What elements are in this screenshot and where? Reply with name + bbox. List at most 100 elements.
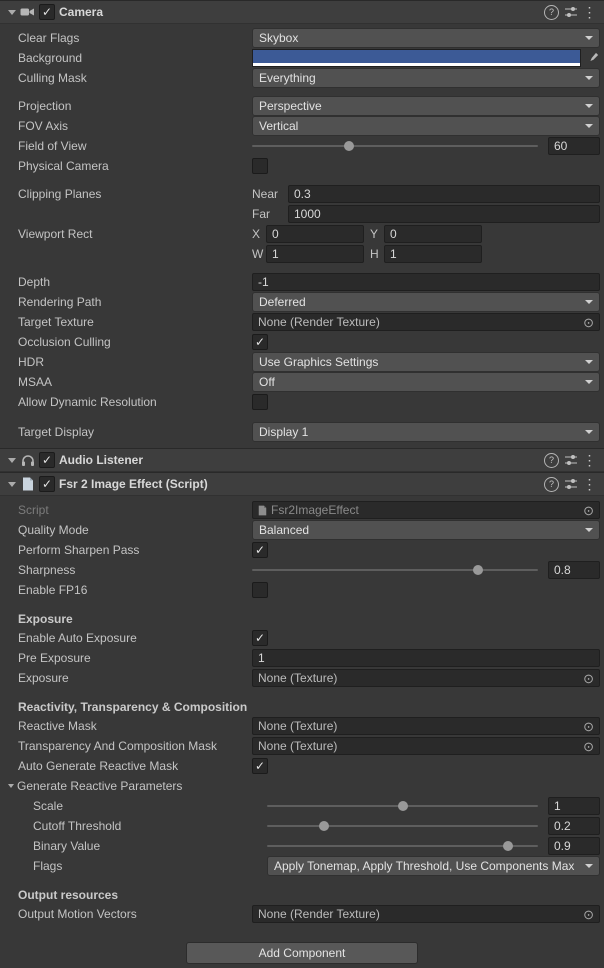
audio-listener-enabled-checkbox[interactable]: ✓ bbox=[39, 452, 55, 468]
x-label: X bbox=[252, 227, 266, 241]
target-texture-object-field[interactable]: None (Render Texture)⊙ bbox=[252, 313, 600, 331]
eyedropper-button[interactable] bbox=[585, 50, 600, 66]
help-button[interactable]: ? bbox=[542, 476, 561, 492]
occlusion-culling-checkbox[interactable]: ✓ bbox=[252, 334, 268, 350]
output-motion-vectors-object-field[interactable]: None (Render Texture)⊙ bbox=[252, 905, 600, 923]
field-of-view-slider[interactable] bbox=[252, 145, 538, 147]
fov-axis-dropdown[interactable]: Vertical bbox=[252, 116, 600, 136]
w-label: W bbox=[252, 247, 266, 261]
near-label: Near bbox=[252, 187, 288, 201]
rendering-path-dropdown[interactable]: Deferred bbox=[252, 292, 600, 312]
slider-handle[interactable] bbox=[473, 565, 483, 575]
quality-mode-dropdown[interactable]: Balanced bbox=[252, 520, 600, 540]
row-allow-dynamic-resolution: Allow Dynamic Resolution bbox=[0, 392, 604, 412]
field-of-view-input[interactable]: 60 bbox=[548, 137, 600, 155]
msaa-dropdown[interactable]: Off bbox=[252, 372, 600, 392]
camera-component-header: ✓ Camera ? ⋮ bbox=[0, 0, 604, 24]
slider-handle[interactable] bbox=[319, 821, 329, 831]
row-generate-reactive-parameters: Generate Reactive Parameters bbox=[0, 776, 604, 796]
more-options-button[interactable]: ⋮ bbox=[580, 452, 599, 468]
hdr-dropdown[interactable]: Use Graphics Settings bbox=[252, 352, 600, 372]
physical-camera-label: Physical Camera bbox=[18, 159, 252, 173]
chevron-down-icon bbox=[585, 528, 593, 532]
help-button[interactable]: ? bbox=[542, 452, 561, 468]
viewport-x-input[interactable]: 0 bbox=[266, 225, 364, 243]
binary-value-input[interactable]: 0.9 bbox=[548, 837, 600, 855]
fsr2-foldout-icon[interactable] bbox=[8, 482, 16, 487]
cutoff-threshold-slider[interactable] bbox=[267, 825, 538, 827]
row-rendering-path: Rendering Path Deferred bbox=[0, 292, 604, 312]
field-value: 60 bbox=[554, 139, 567, 153]
add-component-button[interactable]: Add Component bbox=[186, 942, 418, 964]
row-fov-axis: FOV Axis Vertical bbox=[0, 116, 604, 136]
dropdown-value: Everything bbox=[259, 71, 581, 85]
target-display-dropdown[interactable]: Display 1 bbox=[252, 422, 600, 442]
section-title: Output resources bbox=[18, 888, 252, 902]
flags-dropdown[interactable]: Apply Tonemap, Apply Threshold, Use Comp… bbox=[267, 856, 600, 876]
sharpness-input[interactable]: 0.8 bbox=[548, 561, 600, 579]
binary-value-slider[interactable] bbox=[267, 845, 538, 847]
presets-button[interactable] bbox=[561, 4, 580, 20]
help-button[interactable]: ? bbox=[542, 4, 561, 20]
enable-fp16-checkbox[interactable] bbox=[252, 582, 268, 598]
object-picker-icon[interactable]: ⊙ bbox=[583, 720, 594, 733]
slider-handle[interactable] bbox=[398, 801, 408, 811]
transparency-mask-object-field[interactable]: None (Texture)⊙ bbox=[252, 737, 600, 755]
chevron-down-icon bbox=[585, 380, 593, 384]
audio-listener-foldout-icon[interactable] bbox=[8, 458, 16, 463]
field-value: 0.8 bbox=[554, 563, 571, 577]
generate-reactive-parameters-foldout-icon[interactable] bbox=[8, 784, 14, 788]
more-options-button[interactable]: ⋮ bbox=[580, 4, 599, 20]
viewport-y-input[interactable]: 0 bbox=[384, 225, 482, 243]
camera-enabled-checkbox[interactable]: ✓ bbox=[39, 4, 55, 20]
viewport-h-input[interactable]: 1 bbox=[384, 245, 482, 263]
row-projection: Projection Perspective bbox=[0, 96, 604, 116]
row-reactive-mask: Reactive Mask None (Texture)⊙ bbox=[0, 716, 604, 736]
object-picker-icon[interactable]: ⊙ bbox=[583, 740, 594, 753]
more-options-button[interactable]: ⋮ bbox=[580, 476, 599, 492]
slider-handle[interactable] bbox=[344, 141, 354, 151]
camera-foldout-icon[interactable] bbox=[8, 10, 16, 15]
pre-exposure-input[interactable]: 1 bbox=[252, 649, 600, 667]
object-picker-icon[interactable]: ⊙ bbox=[583, 672, 594, 685]
script-object-field[interactable]: Fsr2ImageEffect ⊙ bbox=[252, 501, 600, 519]
object-field-value: None (Texture) bbox=[258, 719, 579, 733]
fov-axis-label: FOV Axis bbox=[18, 119, 252, 133]
far-input[interactable]: 1000 bbox=[288, 205, 600, 223]
scale-input[interactable]: 1 bbox=[548, 797, 600, 815]
viewport-w-input[interactable]: 1 bbox=[266, 245, 364, 263]
allow-dynamic-resolution-checkbox[interactable] bbox=[252, 394, 268, 410]
row-clear-flags: Clear Flags Skybox bbox=[0, 28, 604, 48]
depth-input[interactable]: -1 bbox=[252, 273, 600, 291]
generate-reactive-parameters-label[interactable]: Generate Reactive Parameters bbox=[17, 779, 238, 793]
reactivity-section-header: Reactivity, Transparency & Composition bbox=[0, 698, 604, 716]
culling-mask-dropdown[interactable]: Everything bbox=[252, 68, 600, 88]
presets-button[interactable] bbox=[561, 476, 580, 492]
object-picker-icon[interactable]: ⊙ bbox=[583, 908, 594, 921]
enable-auto-exposure-checkbox[interactable]: ✓ bbox=[252, 630, 268, 646]
physical-camera-checkbox[interactable] bbox=[252, 158, 268, 174]
field-value: 1 bbox=[554, 799, 561, 813]
cutoff-threshold-input[interactable]: 0.2 bbox=[548, 817, 600, 835]
presets-button[interactable] bbox=[561, 452, 580, 468]
perform-sharpen-pass-checkbox[interactable]: ✓ bbox=[252, 542, 268, 558]
target-texture-label: Target Texture bbox=[18, 315, 252, 329]
viewport-rect-label: Viewport Rect bbox=[18, 227, 252, 241]
object-picker-icon[interactable]: ⊙ bbox=[583, 504, 594, 517]
clear-flags-dropdown[interactable]: Skybox bbox=[252, 28, 600, 48]
scale-slider[interactable] bbox=[267, 805, 538, 807]
enable-fp16-label: Enable FP16 bbox=[18, 583, 252, 597]
slider-handle[interactable] bbox=[503, 841, 513, 851]
fsr2-enabled-checkbox[interactable]: ✓ bbox=[39, 476, 55, 492]
projection-dropdown[interactable]: Perspective bbox=[252, 96, 600, 116]
object-picker-icon[interactable]: ⊙ bbox=[583, 316, 594, 329]
reactive-mask-object-field[interactable]: None (Texture) ⊙ bbox=[252, 717, 600, 735]
object-field-value: None (Texture) bbox=[258, 671, 579, 685]
auto-generate-reactive-mask-checkbox[interactable]: ✓ bbox=[252, 758, 268, 774]
near-input[interactable]: 0.3 bbox=[288, 185, 600, 203]
sharpness-slider[interactable] bbox=[252, 569, 538, 571]
background-label: Background bbox=[18, 51, 252, 65]
exposure-object-field[interactable]: None (Texture) ⊙ bbox=[252, 669, 600, 687]
background-color-field[interactable] bbox=[252, 49, 581, 67]
far-label: Far bbox=[252, 207, 288, 221]
